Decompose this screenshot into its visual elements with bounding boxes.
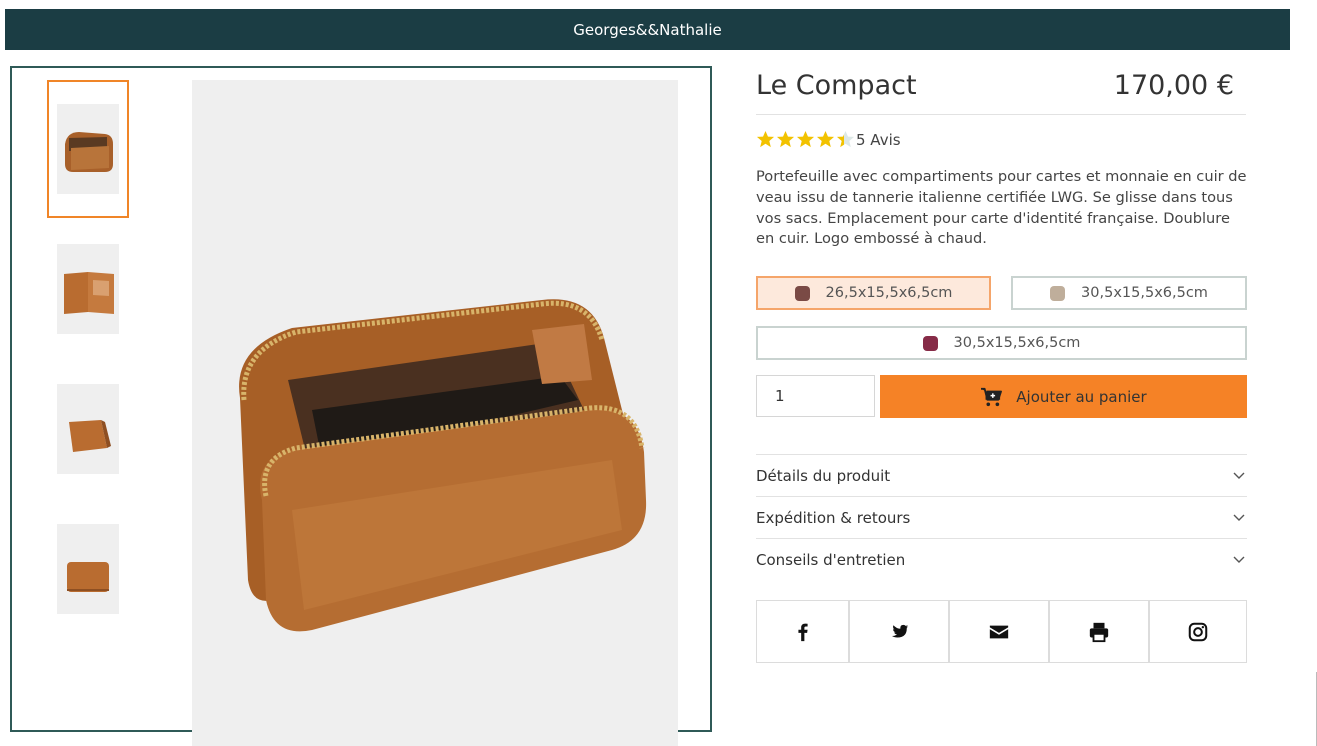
accordion-product-details[interactable]: Détails du produit [756,454,1247,497]
wallet-photo [192,80,678,746]
accordion-label: Détails du produit [756,467,891,485]
star-filled-icon [796,130,815,148]
star-partial-icon [836,130,855,148]
accordion-label: Conseils d'entretien [756,551,906,569]
star-filled-icon [816,130,835,148]
cart-plus-icon [981,387,1003,406]
instagram-icon [1188,622,1208,641]
accordion-shipping-returns[interactable]: Expédition & retours [756,496,1247,539]
quantity-value: 1 [775,387,785,405]
title-divider [756,114,1246,115]
accordion-label: Expédition & retours [756,509,911,527]
quantity-input[interactable]: 1 [756,375,875,417]
chevron-down-icon [1233,514,1245,521]
variant-label: 30,5x15,5x6,5cm [953,335,1081,351]
wallet-card-image [57,244,119,334]
share-print-button[interactable] [1049,600,1149,663]
variant-option-3[interactable]: 30,5x15,5x6,5cm [756,326,1247,360]
twitter-icon [891,624,909,637]
share-twitter-button[interactable] [849,600,949,663]
brand-name[interactable]: Georges&&Nathalie [573,21,721,39]
star-filled-icon [756,130,775,148]
accordion-care-tips[interactable]: Conseils d'entretien [756,538,1247,581]
print-icon [1089,622,1109,642]
wallet-open-image [57,104,119,194]
wallet-closed-angle-image [57,384,119,474]
color-swatch [794,285,810,301]
share-email-button[interactable] [949,600,1049,663]
gallery-thumbnail-3[interactable] [47,360,129,498]
color-swatch [1050,285,1066,301]
color-swatch [922,335,938,351]
chevron-down-icon [1233,556,1245,563]
product-description: Portefeuille avec compartiments pour car… [756,168,1247,248]
variant-label: 26,5x15,5x6,5cm [825,285,953,301]
add-to-cart-button[interactable]: Ajouter au panier [880,375,1247,418]
add-to-cart-label: Ajouter au panier [1016,387,1147,406]
share-instagram-button[interactable] [1149,600,1247,663]
variant-option-2[interactable]: 30,5x15,5x6,5cm [1011,276,1247,310]
gallery-thumbnail-4[interactable] [47,500,129,638]
star-filled-icon [776,130,795,148]
wallet-closed-front-image [57,524,119,614]
main-product-image[interactable] [192,80,678,746]
gallery-thumbnail-1[interactable] [47,80,129,218]
chevron-down-icon [1233,472,1245,479]
product-price: 170,00 € [1113,70,1234,101]
variant-option-1[interactable]: 26,5x15,5x6,5cm [756,276,991,310]
share-facebook-button[interactable] [756,600,849,663]
product-title: Le Compact [756,70,917,101]
gallery-thumbnail-2[interactable] [47,220,129,358]
envelope-icon [989,625,1009,638]
reviews-count[interactable]: 5 Avis [856,131,901,149]
product-rating[interactable]: 5 Avis [756,130,901,149]
top-banner: Georges&&Nathalie [5,9,1290,50]
facebook-icon [797,623,808,641]
variant-label: 30,5x15,5x6,5cm [1081,285,1208,301]
